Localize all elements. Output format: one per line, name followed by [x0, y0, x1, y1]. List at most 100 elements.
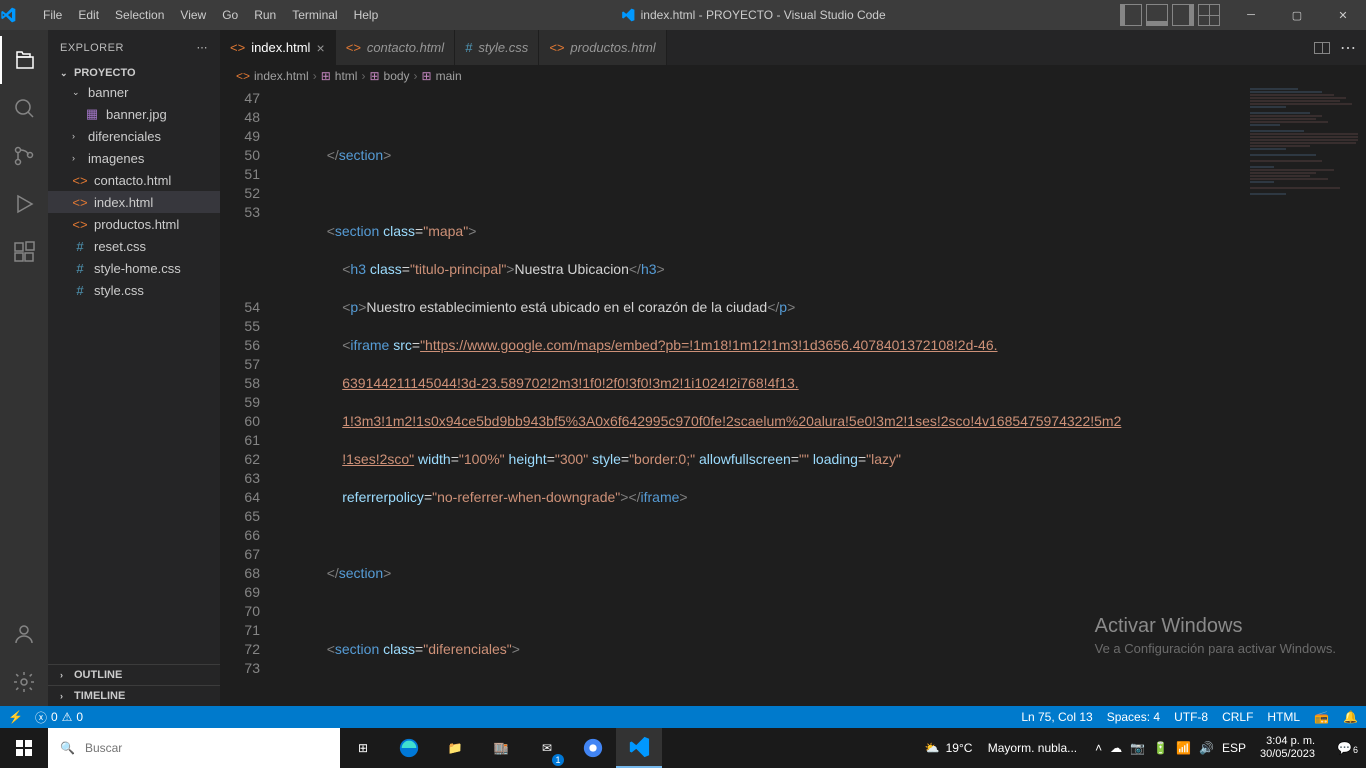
editor-more-icon[interactable]: ⋯	[1340, 38, 1356, 58]
weather-icon: ⛅	[925, 741, 940, 755]
action-center-icon[interactable]: 💬6	[1329, 741, 1360, 755]
cursor-position[interactable]: Ln 75, Col 13	[1021, 710, 1092, 724]
taskbar-edge[interactable]	[386, 728, 432, 768]
split-editor-icon[interactable]	[1314, 42, 1330, 54]
task-view-icon[interactable]: ⊞	[340, 728, 386, 768]
search-icon: 🔍	[60, 741, 75, 755]
menu-view[interactable]: View	[172, 8, 214, 22]
explorer-title: EXPLORER	[60, 42, 124, 54]
file-tree: ⌄banner ▦banner.jpg ›diferenciales ›imag…	[48, 81, 220, 301]
menu-selection[interactable]: Selection	[107, 8, 172, 22]
layout-controls	[1120, 4, 1220, 26]
menu-go[interactable]: Go	[214, 8, 246, 22]
language-mode[interactable]: HTML	[1267, 710, 1300, 724]
tab-productos[interactable]: <>productos.html	[539, 30, 666, 65]
minimize-button[interactable]: ─	[1228, 9, 1274, 22]
folder-imagenes[interactable]: ›imagenes	[48, 147, 220, 169]
explorer-actions-icon[interactable]: ⋯	[197, 41, 209, 54]
breadcrumb[interactable]: <>index.html ›⊞html ›⊞body ›⊞main	[220, 65, 1366, 87]
html-file-icon: <>	[236, 69, 250, 83]
file-contacto[interactable]: <>contacto.html	[48, 169, 220, 191]
eol[interactable]: CRLF	[1222, 710, 1253, 724]
menu-bar: File Edit Selection View Go Run Terminal…	[35, 8, 386, 22]
remote-indicator[interactable]: ⚡	[8, 710, 23, 724]
settings-gear-icon[interactable]	[0, 658, 48, 706]
accounts-icon[interactable]	[0, 610, 48, 658]
folder-root[interactable]: ⌄PROYECTO	[48, 65, 220, 81]
html-file-icon: <>	[230, 40, 245, 55]
taskbar-mail[interactable]: ✉1	[524, 728, 570, 768]
taskbar-store[interactable]: 🏬	[478, 728, 524, 768]
tab-contacto[interactable]: <>contacto.html	[336, 30, 456, 65]
outline-section[interactable]: ›OUTLINE	[48, 664, 220, 685]
extensions-icon[interactable]	[0, 228, 48, 276]
tray-language[interactable]: ESP	[1222, 741, 1246, 755]
toggle-primary-sidebar-icon[interactable]	[1120, 4, 1142, 26]
css-file-icon: #	[72, 239, 88, 254]
problems-indicator[interactable]: ⓧ 0 ⚠ 0	[35, 709, 83, 726]
search-icon[interactable]	[0, 84, 48, 132]
tray-wifi-icon[interactable]: 📶	[1176, 741, 1191, 755]
taskbar-chrome[interactable]	[570, 728, 616, 768]
file-style-home-css[interactable]: #style-home.css	[48, 257, 220, 279]
editor-tabs: <>index.html× <>contacto.html #style.css…	[220, 30, 1366, 65]
tray-battery-icon[interactable]: 🔋	[1153, 741, 1168, 755]
explorer-icon[interactable]	[0, 36, 48, 84]
status-bar: ⚡ ⓧ 0 ⚠ 0 Ln 75, Col 13 Spaces: 4 UTF-8 …	[0, 706, 1366, 728]
customize-layout-icon[interactable]	[1198, 4, 1220, 26]
maximize-button[interactable]: ▢	[1274, 9, 1320, 22]
tray-volume-icon[interactable]: 🔊	[1199, 741, 1214, 755]
tray-meet-now-icon[interactable]: 📷	[1130, 741, 1145, 755]
html-file-icon: <>	[72, 217, 88, 232]
close-icon[interactable]: ×	[316, 40, 324, 56]
titlebar: File Edit Selection View Go Run Terminal…	[0, 0, 1366, 30]
vscode-logo-icon	[0, 7, 35, 23]
taskbar-clock[interactable]: 3:04 p. m.30/05/2023	[1254, 735, 1321, 761]
source-control-icon[interactable]	[0, 132, 48, 180]
feedback-icon[interactable]: 📻	[1314, 710, 1329, 724]
html-file-icon: <>	[346, 40, 361, 55]
window-title: index.html - PROYECTO - Visual Studio Co…	[386, 8, 1120, 22]
taskbar-vscode[interactable]	[616, 728, 662, 768]
toggle-secondary-sidebar-icon[interactable]	[1172, 4, 1194, 26]
tab-index[interactable]: <>index.html×	[220, 30, 336, 65]
tray-onedrive-icon[interactable]: ☁	[1110, 741, 1122, 755]
css-file-icon: #	[465, 40, 472, 55]
close-button[interactable]: ✕	[1320, 9, 1366, 22]
window-controls: ─ ▢ ✕	[1228, 9, 1366, 22]
windows-taskbar: 🔍Buscar ⊞ 📁 🏬 ✉1 ⛅ 19°C Mayorm. nubla...…	[0, 728, 1366, 768]
code-content[interactable]: </section> <section class="mapa"> <h3 cl…	[280, 87, 1246, 706]
file-index[interactable]: <>index.html	[48, 191, 220, 213]
indentation[interactable]: Spaces: 4	[1107, 710, 1160, 724]
minimap[interactable]	[1246, 87, 1366, 706]
start-button[interactable]	[0, 728, 48, 768]
menu-edit[interactable]: Edit	[70, 8, 107, 22]
taskbar-weather[interactable]: ⛅ 19°C Mayorm. nubla...	[915, 741, 1087, 755]
file-reset-css[interactable]: #reset.css	[48, 235, 220, 257]
system-tray[interactable]: ˄ ☁ 📷 🔋 📶 🔊 ESP	[1095, 741, 1246, 755]
folder-diferenciales[interactable]: ›diferenciales	[48, 125, 220, 147]
file-productos[interactable]: <>productos.html	[48, 213, 220, 235]
css-file-icon: #	[72, 261, 88, 276]
run-debug-icon[interactable]	[0, 180, 48, 228]
menu-help[interactable]: Help	[346, 8, 387, 22]
tab-style[interactable]: #style.css	[455, 30, 539, 65]
notifications-icon[interactable]: 🔔	[1343, 710, 1358, 724]
taskbar-search[interactable]: 🔍Buscar	[48, 728, 340, 768]
file-style-css[interactable]: #style.css	[48, 279, 220, 301]
menu-run[interactable]: Run	[246, 8, 284, 22]
timeline-section[interactable]: ›TIMELINE	[48, 685, 220, 706]
file-banner-jpg[interactable]: ▦banner.jpg	[48, 103, 220, 125]
encoding[interactable]: UTF-8	[1174, 710, 1208, 724]
tray-chevron-icon[interactable]: ˄	[1095, 741, 1102, 755]
image-file-icon: ▦	[84, 106, 100, 122]
menu-terminal[interactable]: Terminal	[284, 8, 345, 22]
css-file-icon: #	[72, 283, 88, 298]
code-area[interactable]: 4748495051525354555657585960616263646566…	[220, 87, 1366, 706]
explorer-sidebar: EXPLORER ⋯ ⌄PROYECTO ⌄banner ▦banner.jpg…	[48, 30, 220, 706]
taskbar-file-explorer[interactable]: 📁	[432, 728, 478, 768]
folder-banner[interactable]: ⌄banner	[48, 81, 220, 103]
editor: <>index.html× <>contacto.html #style.css…	[220, 30, 1366, 706]
menu-file[interactable]: File	[35, 8, 70, 22]
toggle-panel-icon[interactable]	[1146, 4, 1168, 26]
